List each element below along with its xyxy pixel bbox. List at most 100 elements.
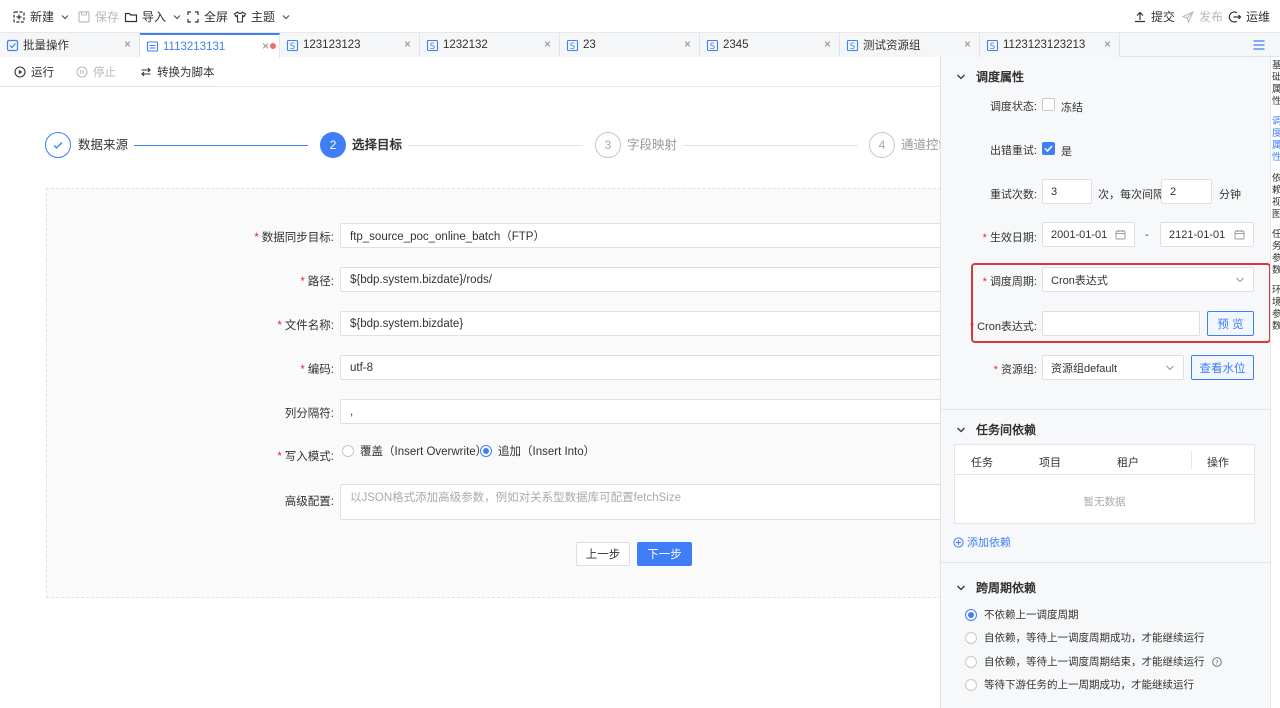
side-tab-env-params[interactable]: 环境参数 xyxy=(1272,285,1280,335)
section-divider xyxy=(941,409,1270,410)
send-icon xyxy=(1181,10,1195,23)
write-mode-overwrite-radio[interactable]: 覆盖（Insert Overwrite） xyxy=(342,443,487,459)
cross-option-radio[interactable]: 等待下游任务的上一周期成功，才能继续运行 xyxy=(965,677,1194,692)
target-input[interactable]: ftp_source_poc_online_batch（FTP） xyxy=(340,223,946,248)
new-label: 新建 xyxy=(30,10,55,24)
close-icon[interactable]: × xyxy=(262,39,269,53)
help-icon[interactable]: ? xyxy=(1211,656,1222,667)
step-connector xyxy=(683,145,858,146)
next-step-button[interactable]: 下一步 xyxy=(637,542,692,566)
retry-interval-input[interactable]: 2 xyxy=(1161,179,1212,204)
publish-button[interactable]: 发布 xyxy=(1181,0,1223,33)
tab-label: 1113213131 xyxy=(163,40,226,53)
filename-input[interactable]: ${bdp.system.bizdate} xyxy=(340,311,946,336)
properties-panel: 调度属性 调度状态: 冻结 出错重试: 是 重试次数: 3 次，每次间隔 2 分… xyxy=(940,57,1270,708)
close-icon[interactable]: × xyxy=(824,37,831,51)
cron-expression-input[interactable] xyxy=(1042,311,1200,336)
cross-period-section-header[interactable]: 跨周期依赖 xyxy=(941,579,1036,596)
preview-button[interactable]: 预 览 xyxy=(1207,311,1254,336)
retry-checkbox[interactable] xyxy=(1042,142,1055,155)
tab-label: 批量操作 xyxy=(23,40,69,52)
new-file-icon xyxy=(13,10,25,23)
start-date-picker[interactable]: 2001-01-01 xyxy=(1042,222,1135,247)
svg-text:S: S xyxy=(570,42,575,52)
tab-label: 2345 xyxy=(723,39,749,51)
tab-23[interactable]: S 23 × xyxy=(560,33,700,57)
close-icon[interactable]: × xyxy=(124,37,131,51)
tab-2345[interactable]: S 2345 × xyxy=(700,33,840,57)
close-icon[interactable]: × xyxy=(404,37,411,51)
step-3-circle: 3 xyxy=(595,132,621,158)
prev-step-button[interactable]: 上一步 xyxy=(576,542,630,566)
tab-test-resource-group[interactable]: S 测试资源组 × xyxy=(840,33,980,57)
side-tab-schedule[interactable]: 调度属性 xyxy=(1272,116,1280,166)
advanced-config-textarea[interactable]: 以JSON格式添加高级参数，例如对关系型数据库可配置fetchSize xyxy=(340,484,946,520)
side-tab-basic[interactable]: 基础属性 xyxy=(1272,60,1280,110)
new-button[interactable]: 新建 xyxy=(12,0,70,33)
tab-menu-button[interactable] xyxy=(1252,38,1266,52)
tab-123123123[interactable]: S 123123123 × xyxy=(280,33,420,57)
theme-label: 主题 xyxy=(251,10,276,24)
theme-button[interactable]: 主题 xyxy=(233,0,291,33)
check-icon xyxy=(53,142,63,149)
delimiter-input[interactable]: , xyxy=(340,399,946,424)
schedule-period-select[interactable]: Cron表达式 xyxy=(1042,267,1254,292)
fullscreen-button[interactable]: 全屏 xyxy=(186,0,228,33)
convert-script-button[interactable]: 转换为脚本 xyxy=(140,58,215,86)
stop-button[interactable]: 停止 xyxy=(76,58,116,86)
radio-circle xyxy=(965,678,977,691)
tab-1113213131[interactable]: 1113213131 × xyxy=(140,33,280,58)
dependency-section-header[interactable]: 任务间依赖 xyxy=(941,421,1036,438)
cross-option-radio[interactable]: 自依赖，等待上一调度周期成功，才能继续运行 xyxy=(965,630,1205,645)
script-icon: S xyxy=(426,39,439,52)
tab-label: 123123123 xyxy=(303,39,361,51)
retry-count-input[interactable]: 3 xyxy=(1042,179,1092,204)
start-date-value: 2001-01-01 xyxy=(1051,228,1108,241)
svg-text:S: S xyxy=(990,42,995,52)
add-dependency-link[interactable]: 添加依赖 xyxy=(953,534,1011,550)
cross-option-radio[interactable]: 不依赖上一调度周期 xyxy=(965,607,1079,622)
side-tab-dependency-view[interactable]: 依赖视图 xyxy=(1272,173,1280,223)
step-4-label: 通道控制 xyxy=(901,138,940,152)
ops-button[interactable]: 运维 xyxy=(1228,0,1270,33)
radio-label: 追加（Insert Into） xyxy=(498,446,596,458)
tab-1123123123213[interactable]: S 1123123123213 × xyxy=(980,33,1120,57)
tab-label: 1123123123213 xyxy=(1003,39,1086,51)
run-button[interactable]: 运行 xyxy=(14,58,54,86)
close-icon[interactable]: × xyxy=(544,37,551,51)
step-1-label: 数据来源 xyxy=(78,138,129,152)
end-date-picker[interactable]: 2121-01-01 xyxy=(1160,222,1254,247)
close-icon[interactable]: × xyxy=(1104,37,1111,51)
path-label: * 路径: xyxy=(300,276,334,288)
side-tab-task-params[interactable]: 任务参数 xyxy=(1272,229,1280,279)
close-icon[interactable]: × xyxy=(684,37,691,51)
save-button[interactable]: 保存 xyxy=(77,0,119,33)
encoding-input[interactable]: utf-8 xyxy=(340,355,946,380)
write-mode-label: * 写入模式: xyxy=(277,451,334,463)
tab-batch[interactable]: 批量操作 × xyxy=(0,33,140,57)
svg-text:S: S xyxy=(710,42,715,52)
column-header: 租户 xyxy=(1117,457,1139,469)
target-label: * 数据同步目标: xyxy=(254,232,334,244)
schedule-section-header[interactable]: 调度属性 xyxy=(941,68,1024,85)
resource-group-select[interactable]: 资源组default xyxy=(1042,355,1184,380)
freeze-checkbox[interactable] xyxy=(1042,98,1055,111)
path-input[interactable]: ${bdp.system.bizdate}/rods/ xyxy=(340,267,946,292)
import-button[interactable]: 导入 xyxy=(124,0,182,33)
shirt-icon xyxy=(233,10,247,23)
step-3-label: 字段映射 xyxy=(627,138,678,152)
script-icon: S xyxy=(286,39,299,52)
publish-label: 发布 xyxy=(1199,10,1224,24)
write-mode-append-radio[interactable]: 追加（Insert Into） xyxy=(480,443,595,459)
tab-1232132[interactable]: S 1232132 × xyxy=(420,33,560,57)
cross-option-radio[interactable]: 自依赖，等待上一调度周期结束，才能继续运行 ? xyxy=(965,654,1222,669)
chevron-down-icon xyxy=(282,14,290,19)
end-date-value: 2121-01-01 xyxy=(1169,228,1226,241)
import-label: 导入 xyxy=(142,10,167,24)
save-icon xyxy=(78,10,90,23)
view-water-level-button[interactable]: 查看水位 xyxy=(1191,355,1254,380)
submit-button[interactable]: 提交 xyxy=(1133,0,1175,33)
step-1-circle xyxy=(45,132,71,158)
check-icon xyxy=(1044,145,1053,153)
close-icon[interactable]: × xyxy=(964,37,971,51)
